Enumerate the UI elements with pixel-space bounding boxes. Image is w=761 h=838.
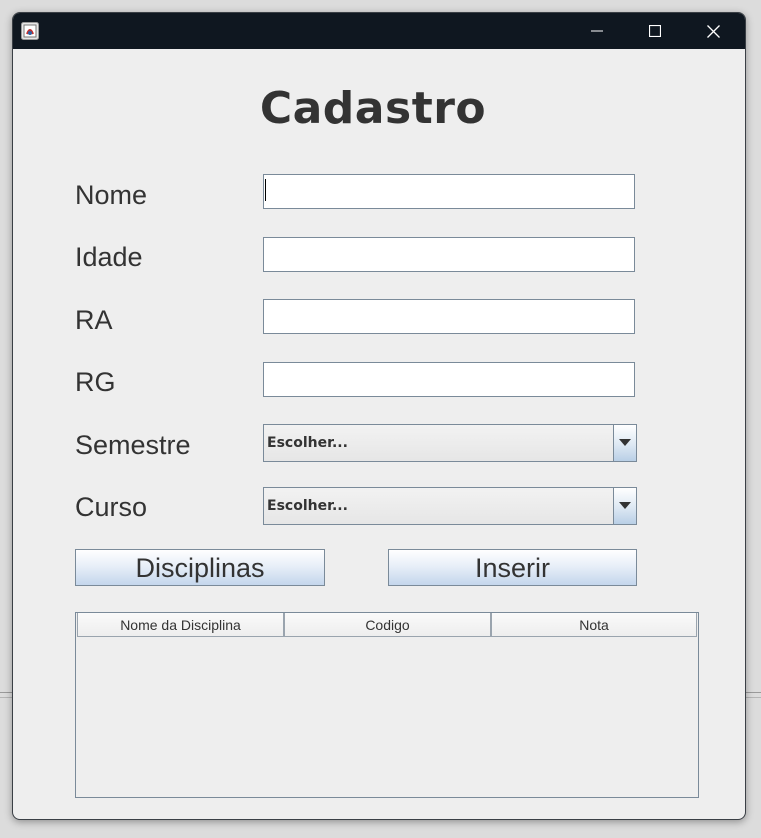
chevron-down-icon <box>619 439 631 446</box>
maximize-icon <box>649 25 661 37</box>
minimize-button[interactable] <box>569 13 625 49</box>
semestre-label: Semestre <box>75 430 191 460</box>
maximize-button[interactable] <box>627 13 683 49</box>
close-icon <box>706 24 720 38</box>
page-title: Cadastro <box>259 83 487 134</box>
rg-label: RG <box>75 367 116 397</box>
idade-field[interactable] <box>263 237 635 272</box>
semestre-selected-value: Escolher... <box>267 435 348 451</box>
background-divider <box>0 697 12 698</box>
background-divider <box>744 697 761 698</box>
close-button[interactable] <box>685 13 741 49</box>
disciplinas-button[interactable]: Disciplinas <box>75 549 325 586</box>
semestre-select[interactable]: Escolher... <box>263 424 637 462</box>
table-header: Nome da Disciplina Codigo Nota <box>77 613 697 638</box>
ra-label: RA <box>75 305 113 335</box>
column-header-codigo[interactable]: Codigo <box>284 613 491 637</box>
idade-label: Idade <box>75 242 143 272</box>
inserir-button[interactable]: Inserir <box>388 549 637 586</box>
java-app-icon[interactable] <box>21 22 39 40</box>
rg-field[interactable] <box>263 362 635 397</box>
cadastro-window: Cadastro Nome Idade RA RG Semestre Escol… <box>12 12 746 820</box>
ra-field[interactable] <box>263 299 635 334</box>
table-body[interactable] <box>77 638 697 797</box>
semestre-dropdown-button[interactable] <box>613 425 636 461</box>
curso-select[interactable]: Escolher... <box>263 487 637 525</box>
disciplinas-table[interactable]: Nome da Disciplina Codigo Nota <box>75 612 699 798</box>
nome-label: Nome <box>75 180 148 210</box>
curso-label: Curso <box>75 492 148 522</box>
title-bar[interactable] <box>13 13 745 49</box>
column-header-nota[interactable]: Nota <box>491 613 697 637</box>
column-header-nome-da-disciplina[interactable]: Nome da Disciplina <box>77 613 284 637</box>
background-divider <box>0 692 12 693</box>
text-cursor <box>265 179 266 201</box>
minimize-icon <box>591 30 603 32</box>
curso-dropdown-button[interactable] <box>613 488 636 524</box>
nome-field[interactable] <box>263 174 635 209</box>
chevron-down-icon <box>619 502 631 509</box>
background-divider <box>744 692 761 693</box>
curso-selected-value: Escolher... <box>267 498 348 514</box>
